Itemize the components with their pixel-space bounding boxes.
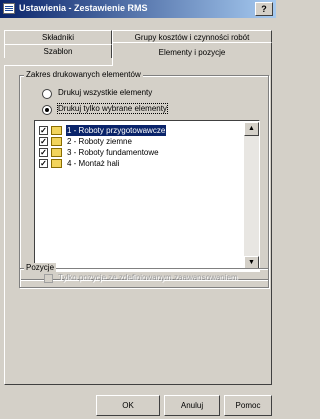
list-item-label: 3 - Roboty fundamentowe xyxy=(67,148,159,157)
radio-print-selected-label[interactable]: Drukuj tylko wybrane elementy xyxy=(57,103,168,114)
arrow-up-icon[interactable]: ▲ xyxy=(244,122,259,136)
window-title: Ustawienia - Zestawienie RMS xyxy=(19,3,148,13)
folder-icon xyxy=(51,159,62,168)
list-scrollbar[interactable]: ▲ ▼ xyxy=(244,122,259,270)
list-item[interactable]: ✓ 1 - Roboty przygotowawcze xyxy=(37,125,244,136)
positions-checkbox[interactable] xyxy=(44,274,53,283)
title-bar[interactable]: Ustawienia - Zestawienie RMS ? xyxy=(0,0,276,18)
tab-szablon[interactable]: Szablon xyxy=(4,44,112,58)
list-item[interactable]: ✓ 2 - Roboty ziemne xyxy=(37,136,244,147)
list-item-label: 2 - Roboty ziemne xyxy=(67,137,132,146)
radio-print-all[interactable] xyxy=(42,89,52,99)
radio-print-all-label[interactable]: Drukuj wszystkie elementy xyxy=(58,88,152,97)
help-button[interactable]: Pomoc xyxy=(224,395,272,416)
ok-button[interactable]: OK xyxy=(96,395,160,416)
list-item[interactable]: ✓ 3 - Roboty fundamentowe xyxy=(37,147,244,158)
range-group-title: Zakres drukowanych elementów xyxy=(24,70,143,79)
list-item-checkbox[interactable]: ✓ xyxy=(39,148,48,157)
list-item-label: 4 - Montaż hali xyxy=(67,159,120,168)
list-item-checkbox[interactable]: ✓ xyxy=(39,126,48,135)
list-item-checkbox[interactable]: ✓ xyxy=(39,137,48,146)
folder-icon xyxy=(51,137,62,146)
positions-group-title: Pozycje xyxy=(24,263,57,272)
help-title-button[interactable]: ? xyxy=(255,2,273,16)
positions-checkbox-label: Tylko pozycje ze zdefiniowanym zaawansow… xyxy=(58,273,238,282)
window-app-icon xyxy=(3,3,15,14)
radio-print-selected[interactable] xyxy=(42,105,52,115)
tab-skladniki[interactable]: Składniki xyxy=(4,30,112,44)
folder-icon xyxy=(51,126,62,135)
cancel-button[interactable]: Anuluj xyxy=(164,395,220,416)
elements-listbox[interactable]: ✓ 1 - Roboty przygotowawcze ✓ 2 - Roboty… xyxy=(34,120,260,272)
list-item-label: 1 - Roboty przygotowawcze xyxy=(66,125,167,136)
tab-elementy-i-pozycje[interactable]: Elementy i pozycje xyxy=(112,42,272,66)
list-item[interactable]: ✓ 4 - Montaż hali xyxy=(37,158,244,169)
list-item-checkbox[interactable]: ✓ xyxy=(39,159,48,168)
folder-icon xyxy=(51,148,62,157)
